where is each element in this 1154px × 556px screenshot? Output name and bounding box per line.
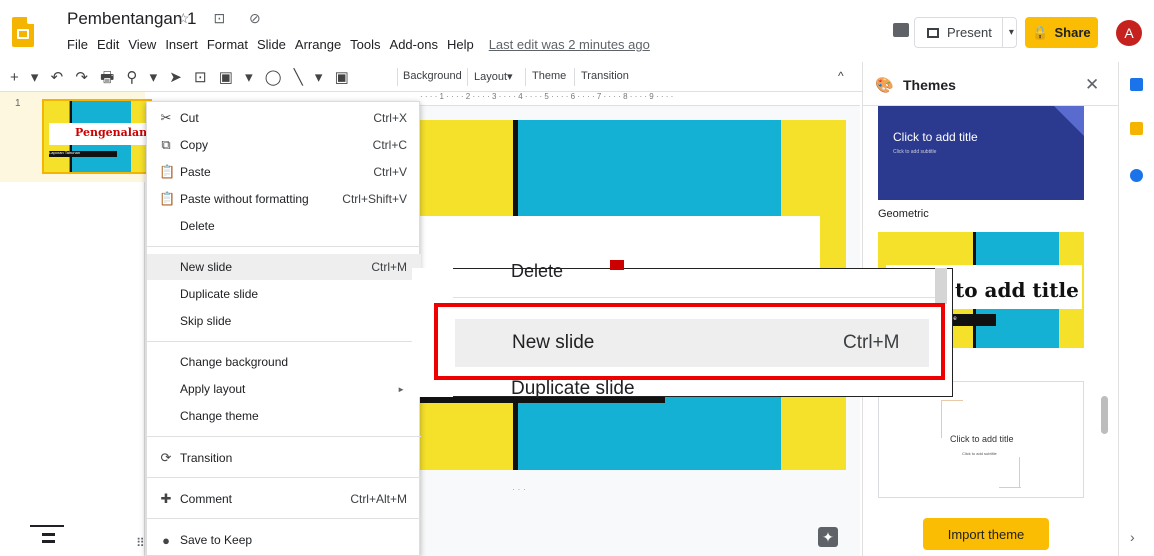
menu-item-change-background[interactable]: Change background [147, 349, 421, 375]
zoom-scrollbar [935, 268, 947, 304]
menu-divider [147, 518, 421, 519]
menu-item-transition[interactable]: ⟳ Transition [147, 445, 421, 471]
keep-bulb-icon: ● [162, 532, 170, 548]
menu-tools[interactable]: Tools [350, 37, 380, 52]
explore-icon[interactable]: ✦ [818, 527, 838, 547]
menu-file[interactable]: File [67, 37, 88, 52]
themes-title: Themes [903, 77, 956, 93]
menu-item-paste[interactable]: 📋 Paste Ctrl+V [147, 159, 421, 185]
view-indicator [30, 525, 64, 527]
menu-divider [147, 246, 421, 247]
ruler: · · · · 1 · · · · 2 · · · · 3 · · · · 4 … [420, 92, 860, 106]
menu-item-copy[interactable]: ⧉ Copy Ctrl+C [147, 132, 421, 158]
toolbar-divider [574, 68, 575, 86]
menu-format[interactable]: Format [207, 37, 248, 52]
thumbnail-subtitle: Laporan Tahunan [49, 150, 81, 155]
theme-name: Geometric [878, 208, 929, 220]
chevron-right-icon[interactable]: › [1130, 529, 1135, 545]
menu-arrange[interactable]: Arrange [295, 37, 341, 52]
share-button[interactable]: 🔒 Share [1025, 17, 1098, 48]
present-button[interactable]: Present ▾ [914, 17, 1017, 48]
zoom-delete-label: Delete [511, 261, 564, 281]
speaker-notes-handle[interactable]: · · · [512, 484, 526, 494]
clipboard-text-icon: 📋 [159, 191, 176, 206]
present-divider [1001, 17, 1003, 48]
import-theme-button[interactable]: Import theme [923, 518, 1049, 550]
chevron-down-icon[interactable]: ▾ [1009, 27, 1014, 38]
toolbar-icons[interactable]: + ▾ ↶ ↷ 🖶 ⚲ ▾ ➤ ⊡ ▣ ▾ ◯ ╲ ▾ ▣ [10, 67, 353, 92]
theme-preview-title: Click to add title [893, 130, 978, 144]
share-label: Share [1054, 25, 1091, 40]
theme-preview-title: Click to add title [950, 434, 1014, 444]
copy-icon: ⧉ [161, 137, 171, 152]
calendar-icon[interactable] [1130, 78, 1143, 91]
submenu-arrow-icon: ► [397, 384, 405, 394]
thumbnail-title: Pengenalan [75, 126, 148, 139]
close-icon[interactable]: ✕ [1085, 75, 1099, 95]
menu-item-new-slide[interactable]: New slide Ctrl+M [147, 254, 421, 280]
theme-preview-title: to add title [955, 278, 1079, 302]
tasks-icon[interactable] [1130, 169, 1143, 182]
toolbar-divider [525, 68, 526, 86]
menu-item-cut[interactable]: ✂ Cut Ctrl+X [147, 105, 421, 131]
zoom-slide-fragment [610, 260, 624, 270]
menu-item-skip-slide[interactable]: Skip slide [147, 308, 421, 334]
menu-edit[interactable]: Edit [97, 37, 119, 52]
grid-view-icon[interactable]: ⠿ [136, 536, 145, 550]
highlight-box [434, 303, 945, 380]
menu-item-save-to-keep[interactable]: ● Save to Keep [147, 527, 421, 553]
themes-header [862, 62, 1118, 106]
menu-item-apply-layout[interactable]: Apply layout ► [147, 376, 421, 402]
menu-divider [147, 341, 421, 342]
transition-button[interactable]: Transition [581, 70, 629, 82]
toolbar-divider [397, 68, 398, 86]
menu-addons[interactable]: Add-ons [390, 37, 438, 52]
zoom-divider [453, 297, 936, 298]
menu-slide[interactable]: Slide [257, 37, 286, 52]
present-label: Present [947, 25, 992, 40]
slides-logo-icon[interactable] [12, 17, 34, 47]
menu-divider [147, 477, 421, 478]
menu-item-change-theme[interactable]: Change theme [147, 403, 421, 429]
add-comment-icon: ✚ [160, 491, 172, 506]
menu-item-duplicate-slide[interactable]: Duplicate slide [147, 281, 421, 307]
comment-history-icon[interactable] [893, 23, 909, 37]
menu-insert[interactable]: Insert [165, 37, 198, 52]
slide-number: 1 [15, 98, 21, 109]
lock-icon: 🔒 [1032, 24, 1049, 40]
palette-icon: 🎨 [875, 77, 894, 94]
themes-scrollbar[interactable] [1101, 396, 1108, 434]
scissors-icon: ✂ [160, 110, 172, 125]
menu-bar: File Edit View Insert Format Slide Arran… [67, 37, 650, 52]
keep-icon[interactable] [1130, 122, 1143, 135]
menu-item-paste-plain[interactable]: 📋 Paste without formatting Ctrl+Shift+V [147, 186, 421, 212]
side-rail [1118, 62, 1154, 556]
theme-preview-subtitle: Click to add subtitle [893, 149, 937, 155]
transition-icon: ⟳ [160, 450, 172, 465]
last-edit-link[interactable]: Last edit was 2 minutes ago [489, 37, 650, 52]
avatar[interactable]: A [1116, 20, 1142, 46]
collapse-toolbar-icon[interactable]: ^ [838, 69, 844, 83]
filmstrip-view-icon[interactable] [42, 533, 55, 543]
zoom-duplicate-label: Duplicate slide [511, 378, 635, 399]
menu-divider [147, 436, 421, 437]
menu-help[interactable]: Help [447, 37, 474, 52]
toolbar-divider [467, 68, 468, 86]
layout-button[interactable]: Layout▾ [474, 70, 513, 83]
theme-button[interactable]: Theme [532, 70, 566, 82]
background-button[interactable]: Background [403, 70, 462, 82]
star-move-status-icons[interactable]: ☆ ⊡ ⊘ [177, 10, 271, 27]
clipboard-icon: 📋 [159, 164, 176, 179]
menu-item-comment[interactable]: ✚ Comment Ctrl+Alt+M [147, 486, 421, 512]
menu-view[interactable]: View [128, 37, 156, 52]
context-menu: ✂ Cut Ctrl+X ⧉ Copy Ctrl+C 📋 Paste Ctrl+V 📋 Pas… [146, 101, 421, 556]
theme-preview-subtitle: Click to add subtitle [962, 451, 997, 456]
menu-item-delete[interactable]: Delete [147, 213, 421, 239]
present-icon [927, 27, 939, 38]
